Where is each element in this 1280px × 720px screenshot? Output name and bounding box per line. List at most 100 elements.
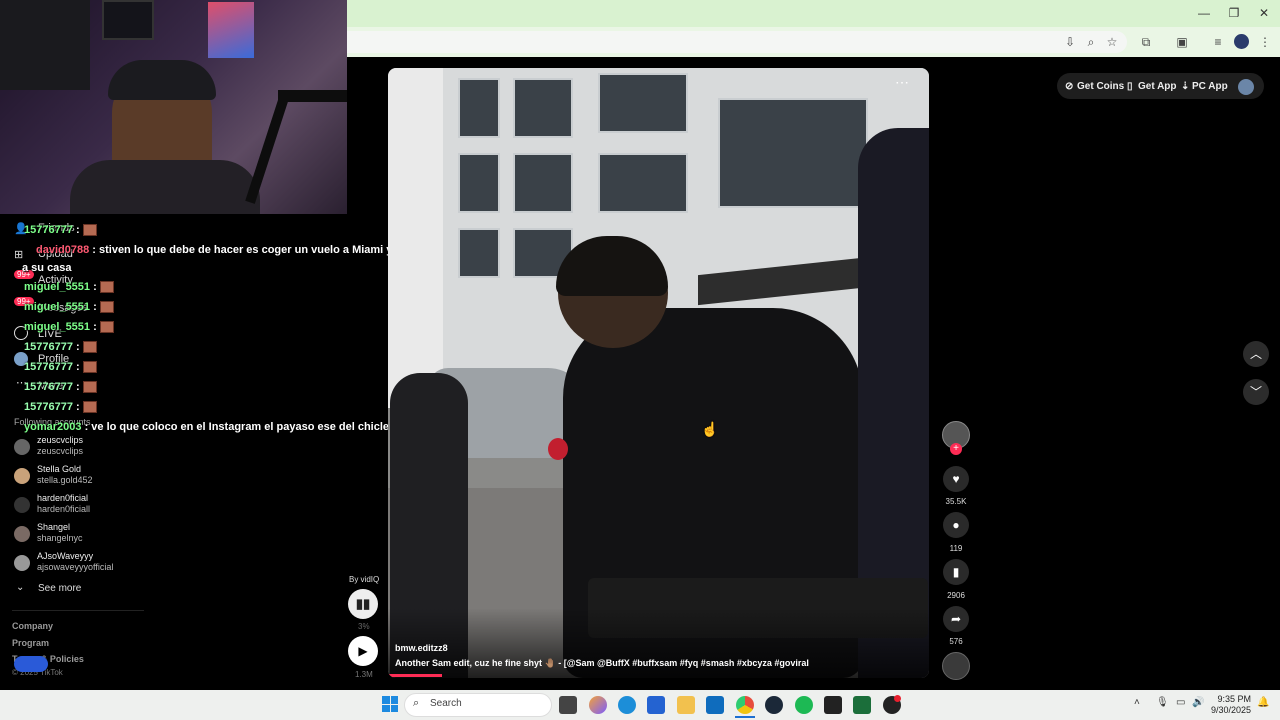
monitor-shape — [102, 0, 154, 40]
pc-app-button[interactable]: PC App — [1192, 81, 1228, 92]
clock-time[interactable]: 9:35 PM — [1213, 694, 1251, 704]
following-account[interactable]: Shangel shangelnyc — [14, 522, 174, 548]
building-window — [598, 73, 688, 133]
follow-plus-icon[interactable]: + — [950, 443, 962, 455]
building-window — [458, 228, 500, 278]
video-author[interactable]: bmw.editzz8 — [395, 643, 448, 653]
emote-icon — [82, 401, 97, 414]
footer-program[interactable]: Program — [12, 638, 49, 648]
webcam-overlay — [0, 0, 347, 214]
chevron-up-icon[interactable]: ︿ — [1243, 341, 1269, 367]
bookmark-star-icon[interactable]: ☆ — [1104, 34, 1120, 50]
following-account[interactable]: harden0ficial harden0ficiall — [14, 493, 174, 519]
chevron-down-icon[interactable]: ⌄ — [16, 582, 24, 593]
share-icon[interactable]: ➦ — [943, 606, 969, 632]
like-heart-icon[interactable]: ♥ — [943, 466, 969, 492]
account-handle: stella.gold452 — [37, 475, 93, 485]
see-more-link[interactable]: See more — [38, 583, 81, 594]
tray-chevron-icon[interactable]: ˄ — [1134, 697, 1140, 708]
cursor-icon: ☝ — [701, 421, 719, 437]
emote-icon — [82, 381, 97, 394]
account-name: Stella Gold — [37, 464, 82, 474]
copilot-icon[interactable] — [589, 696, 607, 714]
video-player[interactable]: ⋯ bmw.editzz8 Another Sam edit, cuz he f… — [388, 68, 929, 678]
chat-line: yomar2003 : ve lo que coloco en el Insta… — [24, 421, 390, 433]
vidiq-views: 1.3M — [355, 670, 373, 679]
chat-line: 15776777 : — [24, 401, 97, 414]
chat-line: miguel_5551 : — [24, 281, 114, 294]
phone-icon: ▯ — [1127, 81, 1133, 92]
tab-search-icon[interactable]: ▣ — [1174, 34, 1190, 50]
taskbar-search[interactable] — [404, 693, 552, 717]
install-app-icon[interactable]: ⇩ — [1062, 34, 1078, 50]
network-icon[interactable]: ▭ — [1176, 697, 1185, 708]
steam-icon[interactable] — [765, 696, 783, 714]
account-handle: harden0ficiall — [37, 504, 91, 514]
emote-icon — [82, 224, 97, 237]
chat-line: 15776777 : — [24, 381, 97, 394]
obs-icon[interactable] — [824, 696, 842, 714]
task-view-icon[interactable] — [559, 696, 577, 714]
video-caption: Another Sam edit, cuz he fine shyt 🤚🏽 - … — [395, 658, 809, 668]
sky-shape — [388, 68, 443, 408]
outlook-icon[interactable] — [706, 696, 724, 714]
likes-count: 35.5K — [945, 497, 967, 506]
file-explorer-icon[interactable] — [677, 696, 695, 714]
spotify-icon[interactable] — [795, 696, 813, 714]
store-icon[interactable] — [647, 696, 665, 714]
extension-widget[interactable] — [14, 656, 48, 672]
bookmark-icon[interactable]: ▮ — [943, 559, 969, 585]
music-disc-icon[interactable] — [942, 652, 970, 680]
mic-icon[interactable]: 🎙 — [1156, 697, 1169, 708]
emote-icon — [99, 321, 114, 334]
clock-date[interactable]: 9/30/2025 — [1205, 705, 1251, 715]
vidiq-stats-button[interactable]: ▮▮ — [348, 589, 378, 619]
account-handle: zeuscvclips — [37, 446, 84, 456]
extensions-icon[interactable]: ⧉ — [1138, 34, 1154, 50]
chrome-icon[interactable] — [736, 696, 754, 714]
comment-icon[interactable]: ● — [943, 512, 969, 538]
zoom-icon[interactable]: ⌕ — [1083, 34, 1099, 50]
divider — [12, 610, 144, 611]
more-options-icon[interactable]: ⋯ — [895, 74, 909, 91]
get-coins-button[interactable]: Get Coins — [1077, 81, 1124, 92]
search-placeholder: Search — [430, 698, 462, 709]
chevron-down-icon[interactable]: ﹀ — [1243, 379, 1269, 405]
emote-icon — [82, 361, 97, 374]
chat-line: 15776777 : — [24, 341, 97, 354]
volume-icon[interactable]: 🔊 — [1192, 697, 1204, 708]
following-account[interactable]: Stella Gold stella.gold452 — [14, 464, 174, 490]
browser-menu-icon[interactable]: ⋮ — [1257, 34, 1273, 50]
chat-line: miguel_5551 : — [24, 301, 114, 314]
coins-icon: ⊘ — [1065, 81, 1074, 92]
windows-start-icon[interactable] — [382, 696, 398, 712]
following-account[interactable]: zeuscvclips zeuscvclips — [14, 435, 174, 461]
progress-bar[interactable] — [388, 674, 442, 677]
edge-icon[interactable] — [618, 696, 636, 714]
account-name: AJsoWaveyyy — [37, 551, 94, 561]
maximize-icon[interactable]: ❐ — [1226, 5, 1242, 21]
account-handle: shangelnyc — [37, 533, 83, 543]
start-tile — [382, 696, 390, 704]
building-window — [458, 153, 500, 213]
following-account[interactable]: AJsoWaveyyy ajsowaveyyyofficial — [14, 551, 174, 577]
avatar — [14, 439, 30, 455]
upload-icon[interactable]: ⊞ — [14, 248, 23, 261]
get-app-button[interactable]: Get App — [1138, 81, 1177, 92]
chat-line: miguel_5551 : — [24, 321, 114, 334]
play-icon[interactable]: ▶ — [348, 636, 378, 666]
profile-avatar[interactable] — [1234, 34, 1249, 49]
start-tile — [390, 704, 398, 712]
notifications-icon[interactable]: 🔔 — [1257, 697, 1269, 708]
excel-icon[interactable] — [853, 696, 871, 714]
close-icon[interactable]: ✕ — [1256, 5, 1272, 21]
comments-count: 119 — [949, 544, 963, 553]
minimize-icon[interactable]: — — [1196, 5, 1212, 21]
shirt-shape — [70, 160, 260, 214]
user-avatar[interactable] — [1238, 79, 1254, 95]
reading-list-icon[interactable]: ≡ — [1210, 34, 1226, 50]
address-bar[interactable] — [347, 31, 1127, 53]
browser-titlebar — [347, 0, 1280, 27]
footer-company[interactable]: Company — [12, 621, 53, 631]
building-window — [458, 78, 500, 138]
